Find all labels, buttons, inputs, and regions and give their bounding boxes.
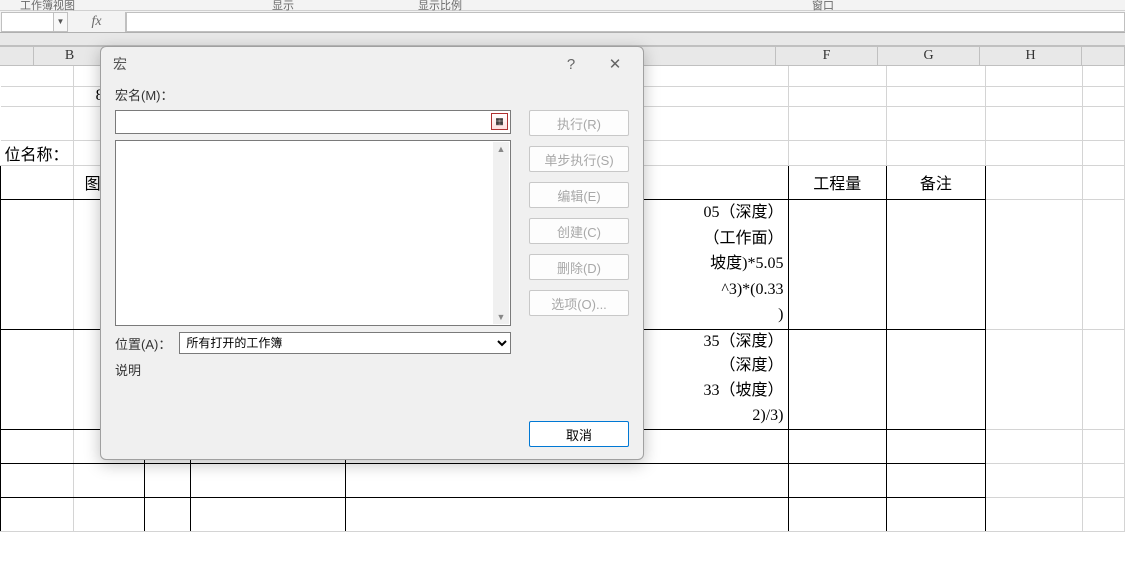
name-box-dropdown[interactable]: ▼ bbox=[54, 12, 68, 32]
scroll-up-icon[interactable]: ▲ bbox=[497, 142, 506, 156]
fx-label[interactable]: fx bbox=[68, 12, 126, 32]
col-F[interactable]: F bbox=[776, 47, 878, 65]
col-A[interactable] bbox=[0, 47, 34, 65]
options-button[interactable]: 选项(O)... bbox=[529, 290, 629, 316]
col-B[interactable]: B bbox=[34, 47, 106, 65]
hdr-beizhu[interactable]: 备注 bbox=[887, 165, 986, 199]
dialog-titlebar[interactable]: 宏 ? ✕ bbox=[101, 47, 643, 81]
location-select[interactable]: 所有打开的工作簿 bbox=[179, 332, 511, 354]
description-label: 说明 bbox=[115, 360, 511, 379]
macro-list-scrollbar[interactable]: ▲ ▼ bbox=[493, 142, 509, 324]
cancel-button[interactable]: 取消 bbox=[529, 421, 629, 447]
col-G[interactable]: G bbox=[878, 47, 980, 65]
close-button[interactable]: ✕ bbox=[593, 50, 637, 78]
table-row bbox=[1, 497, 1125, 531]
refedit-icon[interactable]: ▦ bbox=[491, 113, 508, 130]
col-I[interactable] bbox=[1082, 47, 1125, 65]
cell-label[interactable]: 位名称： bbox=[1, 140, 74, 165]
edit-button[interactable]: 编辑(E) bbox=[529, 182, 629, 208]
hdr-gcl[interactable]: 工程量 bbox=[788, 165, 887, 199]
macro-name-input[interactable] bbox=[115, 110, 511, 134]
spacer-bar bbox=[0, 33, 1125, 46]
close-icon: ✕ bbox=[609, 55, 622, 73]
help-button[interactable]: ? bbox=[549, 50, 593, 78]
col-H[interactable]: H bbox=[980, 47, 1082, 65]
location-label: 位置(A)： bbox=[115, 334, 171, 353]
dialog-title: 宏 bbox=[113, 54, 549, 74]
scroll-down-icon[interactable]: ▼ bbox=[497, 310, 506, 324]
name-box[interactable] bbox=[1, 12, 54, 32]
macro-list[interactable]: ▲ ▼ bbox=[115, 140, 511, 326]
delete-button[interactable]: 删除(D) bbox=[529, 254, 629, 280]
run-button[interactable]: 执行(R) bbox=[529, 110, 629, 136]
formula-input[interactable] bbox=[126, 12, 1125, 32]
formula-bar: ▼ fx bbox=[0, 11, 1125, 33]
step-button[interactable]: 单步执行(S) bbox=[529, 146, 629, 172]
table-row bbox=[1, 463, 1125, 497]
macro-name-label: 宏名(M)： bbox=[115, 85, 511, 104]
ribbon-group-labels: 工作簿视图 显示 显示比例 窗口 bbox=[0, 0, 1125, 11]
macro-dialog: 宏 ? ✕ 宏名(M)： ▦ ▲ ▼ 执行(R) 单步执行(S) 编辑(E) 创… bbox=[100, 46, 644, 460]
create-button[interactable]: 创建(C) bbox=[529, 218, 629, 244]
